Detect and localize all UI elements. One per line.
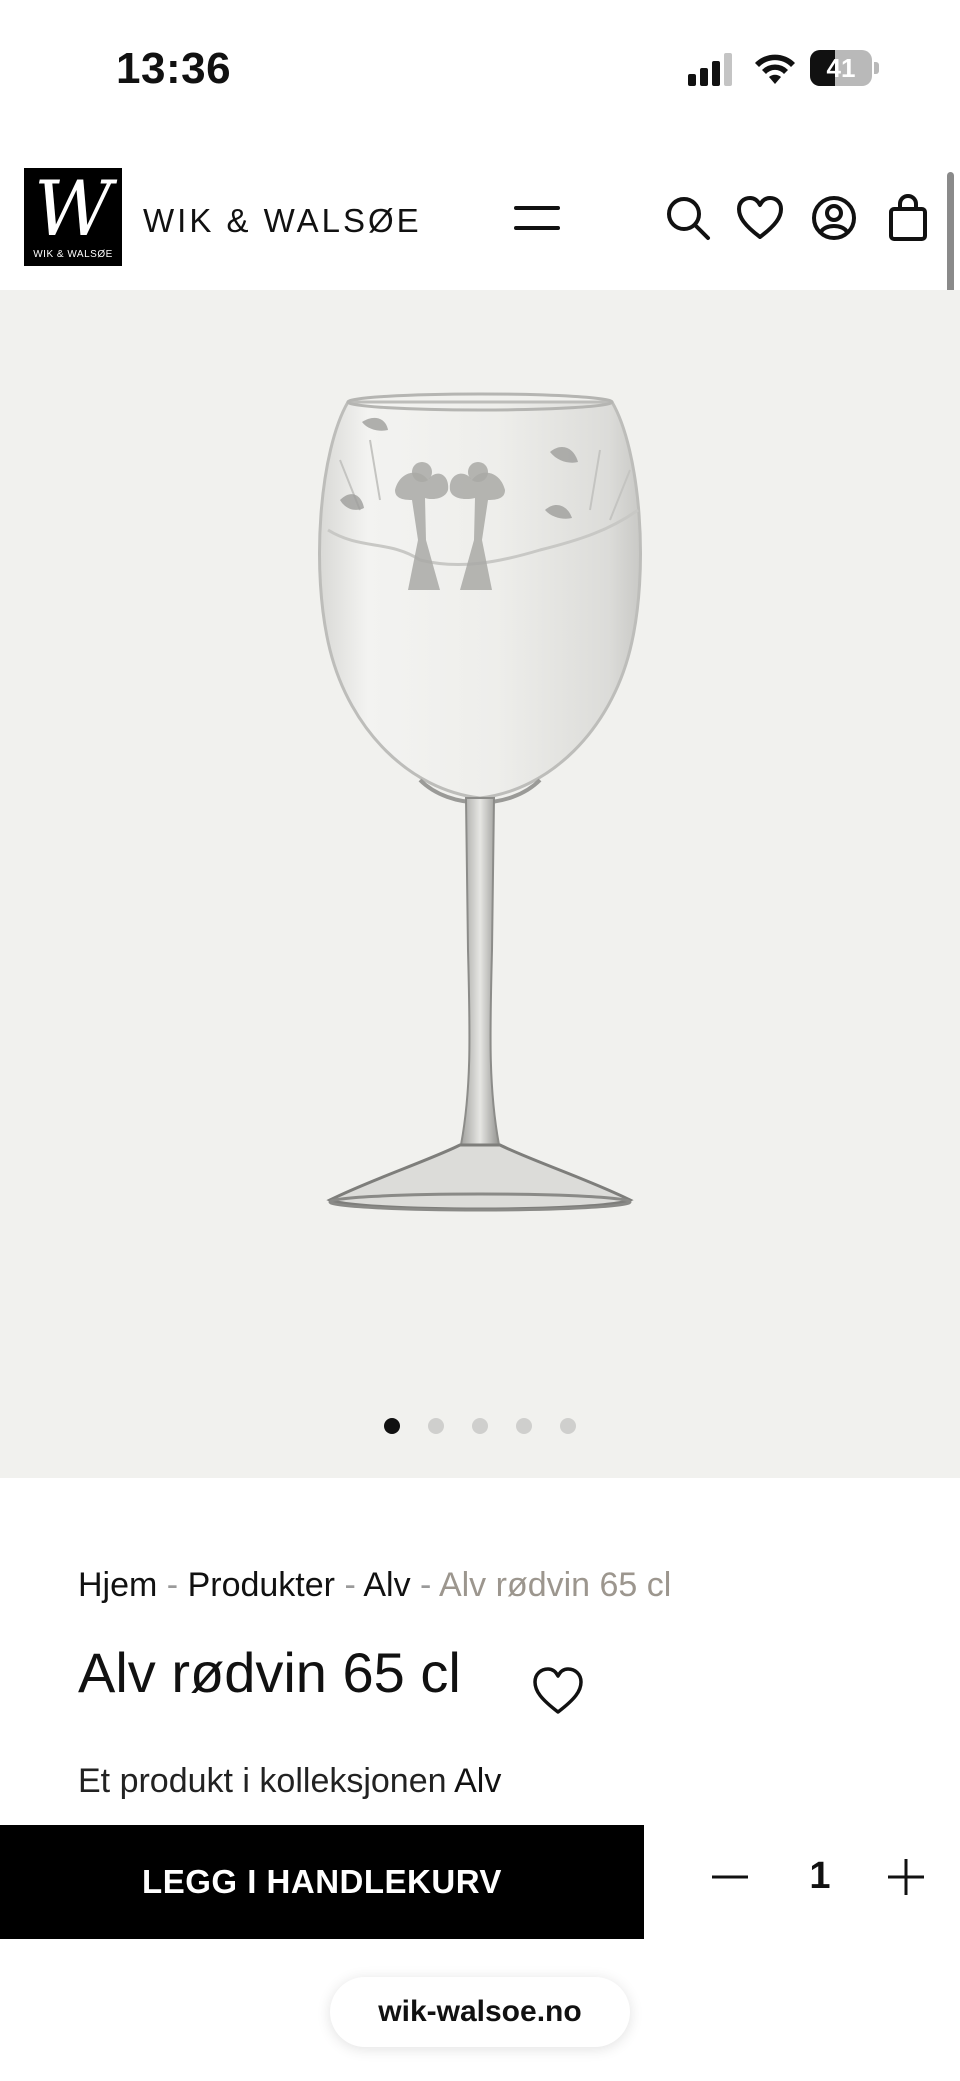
shopping-bag-icon[interactable] <box>882 192 934 244</box>
quantity-value[interactable]: 1 <box>790 1855 850 1898</box>
breadcrumb: Hjem - Produkter - Alv - Alv rødvin 65 c… <box>78 1566 671 1605</box>
breadcrumb-home[interactable]: Hjem <box>78 1566 157 1604</box>
account-icon[interactable] <box>808 192 860 244</box>
brand-logo[interactable]: W WIK & WALSØE <box>24 168 122 266</box>
battery-level: 41 <box>826 53 856 83</box>
add-to-wishlist-heart-icon[interactable] <box>530 1664 586 1718</box>
gallery-dot-3[interactable] <box>472 1418 488 1434</box>
product-image-wine-glass <box>318 392 642 1212</box>
menu-icon-bar-top <box>514 206 560 210</box>
gallery-dot-1[interactable] <box>384 1418 400 1434</box>
breadcrumb-separator: - <box>344 1566 356 1604</box>
gallery-dot-5[interactable] <box>560 1418 576 1434</box>
product-gallery[interactable] <box>0 290 960 1478</box>
brand-name[interactable]: WIK & WALSØE <box>143 202 422 240</box>
gallery-dot-2[interactable] <box>428 1418 444 1434</box>
quantity-increase-button[interactable] <box>880 1851 932 1903</box>
logo-letter: W <box>33 164 113 253</box>
status-bar: 13:36 41 <box>0 0 960 130</box>
wishlist-heart-icon[interactable] <box>734 192 786 244</box>
breadcrumb-separator: - <box>166 1566 179 1604</box>
menu-icon-bar-bottom <box>514 226 560 230</box>
wifi-icon <box>755 54 795 84</box>
add-to-cart-bar: LEGG I HANDLEKURV 1 <box>0 1825 960 1939</box>
battery-icon: 41 <box>810 50 879 86</box>
search-icon[interactable] <box>662 192 714 244</box>
cellular-signal-icon <box>688 53 732 86</box>
breadcrumb-separator: - <box>420 1566 432 1604</box>
gallery-dot-4[interactable] <box>516 1418 532 1434</box>
breadcrumb-collection[interactable]: Alv <box>363 1566 410 1604</box>
collection-line: Et produkt i kolleksjonen Alv <box>78 1762 501 1801</box>
status-time: 13:36 <box>116 44 232 93</box>
collection-prefix: Et produkt i kolleksjonen <box>78 1762 447 1800</box>
collection-link[interactable]: Alv <box>454 1762 501 1800</box>
gallery-pagination <box>0 1418 960 1438</box>
breadcrumb-products[interactable]: Produkter <box>188 1566 335 1604</box>
browser-url-bar[interactable]: wik-walsoe.no <box>330 1977 630 2047</box>
breadcrumb-current: Alv rødvin 65 cl <box>438 1566 672 1604</box>
quantity-decrease-button[interactable] <box>704 1851 756 1903</box>
menu-button[interactable] <box>508 196 568 240</box>
product-title: Alv rødvin 65 cl <box>78 1641 461 1704</box>
logo-caption: WIK & WALSØE <box>33 249 113 260</box>
site-header: W WIK & WALSØE WIK & WALSØE <box>0 160 960 290</box>
add-to-cart-button[interactable]: LEGG I HANDLEKURV <box>0 1825 644 1939</box>
